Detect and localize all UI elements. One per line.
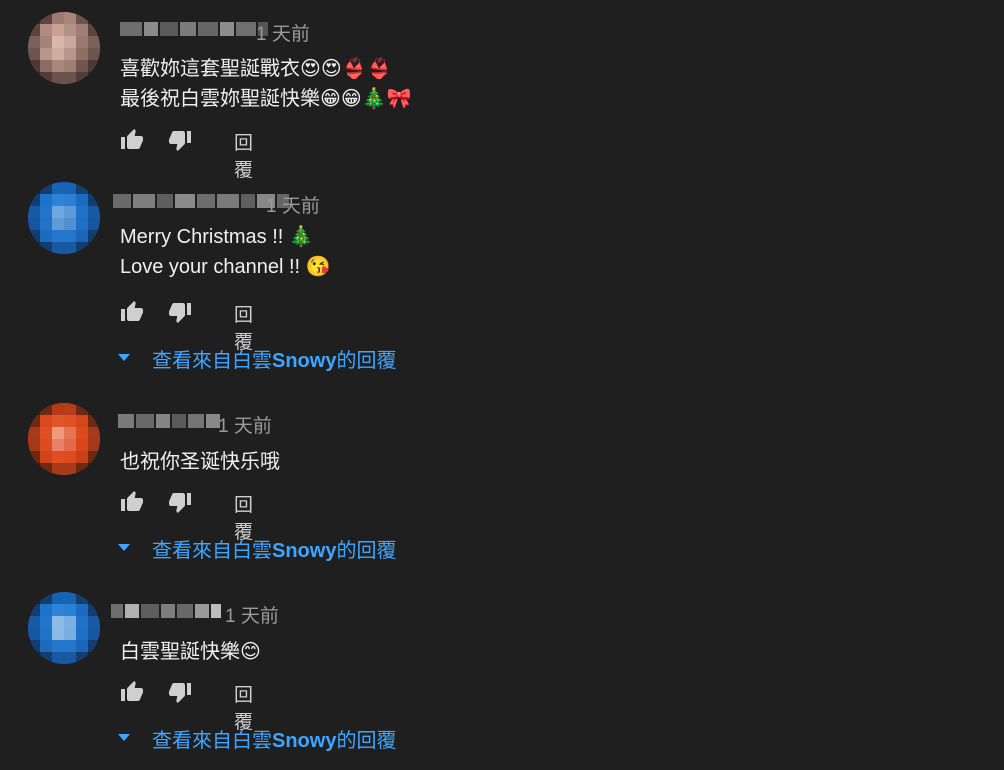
caret-down-icon xyxy=(118,734,130,741)
like-icon[interactable] xyxy=(120,490,144,514)
dislike-icon[interactable] xyxy=(168,128,192,152)
comment-text-line: 最後祝白雲妳聖誕快樂😁😁🎄🎀 xyxy=(120,86,412,110)
avatar[interactable] xyxy=(28,12,100,84)
like-icon[interactable] xyxy=(120,128,144,152)
dislike-icon[interactable] xyxy=(168,300,192,324)
avatar[interactable] xyxy=(28,182,100,254)
reply-button[interactable]: 回覆 xyxy=(234,128,253,182)
view-replies-label: 查看來自白雲Snowy的回覆 xyxy=(152,538,397,562)
view-replies-label: 查看來自白雲Snowy的回覆 xyxy=(152,348,397,372)
dislike-icon[interactable] xyxy=(168,490,192,514)
comment-timestamp[interactable]: 1 天前 xyxy=(266,191,320,218)
avatar[interactable] xyxy=(28,592,100,664)
like-icon[interactable] xyxy=(120,680,144,704)
author-name-redacted[interactable] xyxy=(111,604,221,618)
author-name-redacted[interactable] xyxy=(120,22,268,36)
comment-text-line: 也祝你圣诞快乐哦 xyxy=(120,449,280,473)
comment-text-line: 喜歡妳這套聖誕戰衣😍😍👙👙 xyxy=(120,56,392,80)
comment-text-line: Love your channel !! 😘 xyxy=(120,256,331,278)
comment-text-line: Merry Christmas !! 🎄 xyxy=(120,226,314,248)
comment-text-line: 白雲聖誕快樂😊 xyxy=(120,639,261,663)
avatar[interactable] xyxy=(28,403,100,475)
caret-down-icon xyxy=(118,354,130,361)
author-name-redacted[interactable] xyxy=(118,414,220,428)
view-replies-label: 查看來自白雲Snowy的回覆 xyxy=(152,728,397,752)
author-name-redacted[interactable] xyxy=(113,194,289,208)
comment-timestamp[interactable]: 1 天前 xyxy=(225,601,279,628)
comment-timestamp[interactable]: 1 天前 xyxy=(218,411,272,438)
dislike-icon[interactable] xyxy=(168,680,192,704)
comment-timestamp[interactable]: 1 天前 xyxy=(256,19,310,46)
like-icon[interactable] xyxy=(120,300,144,324)
caret-down-icon xyxy=(118,544,130,551)
